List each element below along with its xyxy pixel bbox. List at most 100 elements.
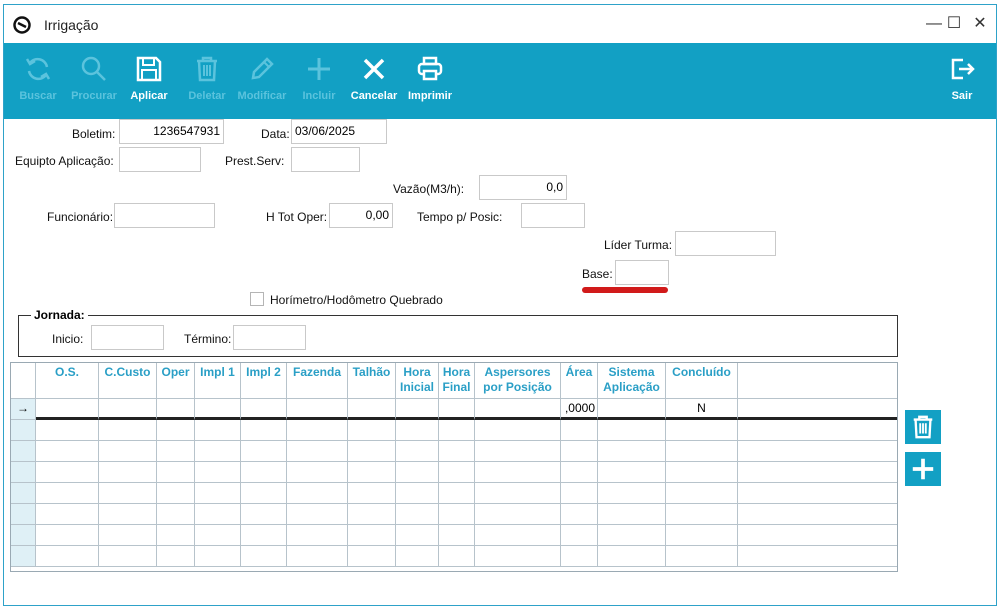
table-cell[interactable] bbox=[598, 399, 666, 420]
table-cell[interactable] bbox=[666, 420, 738, 441]
table-cell[interactable]: ,0000 bbox=[561, 399, 598, 420]
col-header-concluido[interactable]: Concluído bbox=[666, 363, 738, 399]
prest-serv-input[interactable] bbox=[291, 147, 360, 172]
table-cell[interactable] bbox=[287, 420, 348, 441]
aplicar-button[interactable]: Aplicar bbox=[124, 43, 174, 119]
table-cell[interactable] bbox=[561, 483, 598, 504]
table-cell[interactable] bbox=[36, 546, 99, 567]
row-indicator[interactable] bbox=[11, 420, 36, 441]
table-cell[interactable] bbox=[348, 462, 396, 483]
col-header-oper[interactable]: Oper bbox=[157, 363, 195, 399]
row-indicator[interactable] bbox=[11, 525, 36, 546]
table-cell[interactable] bbox=[561, 546, 598, 567]
deletar-button[interactable]: Deletar bbox=[182, 43, 232, 119]
table-cell[interactable] bbox=[666, 546, 738, 567]
delete-row-button[interactable] bbox=[905, 410, 941, 444]
table-cell[interactable] bbox=[348, 399, 396, 420]
table-cell[interactable] bbox=[99, 399, 157, 420]
table-cell[interactable] bbox=[36, 399, 99, 420]
table-cell[interactable] bbox=[439, 399, 475, 420]
table-cell[interactable] bbox=[598, 420, 666, 441]
table-cell[interactable] bbox=[396, 462, 439, 483]
table-cell[interactable] bbox=[195, 525, 241, 546]
table-cell[interactable] bbox=[439, 462, 475, 483]
table-cell[interactable] bbox=[561, 441, 598, 462]
table-cell[interactable] bbox=[241, 462, 287, 483]
data-input[interactable]: 03/06/2025 bbox=[291, 119, 387, 144]
table-cell[interactable] bbox=[598, 504, 666, 525]
table-cell[interactable] bbox=[475, 504, 561, 525]
vazao-input[interactable]: 0,0 bbox=[479, 175, 567, 200]
table-cell[interactable] bbox=[36, 420, 99, 441]
table-cell[interactable] bbox=[157, 504, 195, 525]
table-cell[interactable] bbox=[475, 546, 561, 567]
table-cell[interactable] bbox=[396, 441, 439, 462]
col-header-hora-inicial[interactable]: Hora Inicial bbox=[396, 363, 439, 399]
imprimir-button[interactable]: Imprimir bbox=[404, 43, 456, 119]
add-row-button[interactable] bbox=[905, 452, 941, 486]
col-header-impl1[interactable]: Impl 1 bbox=[195, 363, 241, 399]
close-button[interactable]: ✕ bbox=[966, 11, 994, 37]
modificar-button[interactable]: Modificar bbox=[234, 43, 290, 119]
table-cell[interactable] bbox=[598, 546, 666, 567]
table-cell[interactable] bbox=[99, 525, 157, 546]
table-cell[interactable] bbox=[439, 483, 475, 504]
table-cell[interactable] bbox=[99, 546, 157, 567]
horimetro-checkbox[interactable] bbox=[250, 292, 264, 306]
table-cell[interactable] bbox=[36, 525, 99, 546]
table-cell[interactable] bbox=[666, 525, 738, 546]
table-cell[interactable] bbox=[287, 546, 348, 567]
table-cell[interactable] bbox=[36, 504, 99, 525]
col-header-ccusto[interactable]: C.Custo bbox=[99, 363, 157, 399]
col-header-sistema[interactable]: Sistema Aplicação bbox=[598, 363, 666, 399]
table-cell[interactable] bbox=[475, 441, 561, 462]
table-cell[interactable] bbox=[598, 441, 666, 462]
table-cell[interactable] bbox=[396, 420, 439, 441]
table-cell[interactable] bbox=[157, 420, 195, 441]
table-cell[interactable] bbox=[287, 483, 348, 504]
inicio-input[interactable] bbox=[91, 325, 164, 350]
table-cell[interactable] bbox=[195, 441, 241, 462]
table-cell[interactable] bbox=[195, 399, 241, 420]
table-cell[interactable] bbox=[99, 420, 157, 441]
table-cell[interactable] bbox=[99, 462, 157, 483]
table-cell[interactable] bbox=[241, 420, 287, 441]
sair-button[interactable]: Sair bbox=[940, 43, 984, 119]
table-cell[interactable] bbox=[396, 483, 439, 504]
table-cell[interactable] bbox=[195, 546, 241, 567]
table-cell[interactable] bbox=[475, 525, 561, 546]
table-cell[interactable] bbox=[348, 420, 396, 441]
table-cell[interactable] bbox=[287, 504, 348, 525]
table-cell[interactable] bbox=[475, 483, 561, 504]
row-indicator[interactable] bbox=[11, 441, 36, 462]
table-cell[interactable] bbox=[396, 504, 439, 525]
table-cell[interactable] bbox=[348, 441, 396, 462]
table-cell[interactable] bbox=[666, 462, 738, 483]
base-input[interactable] bbox=[615, 260, 669, 285]
table-cell[interactable] bbox=[241, 483, 287, 504]
funcionario-input[interactable] bbox=[114, 203, 215, 228]
table-cell[interactable] bbox=[439, 525, 475, 546]
table-cell[interactable] bbox=[439, 504, 475, 525]
table-cell[interactable] bbox=[241, 399, 287, 420]
table-cell[interactable] bbox=[287, 462, 348, 483]
table-cell[interactable] bbox=[36, 441, 99, 462]
table-cell[interactable] bbox=[475, 462, 561, 483]
table-cell[interactable] bbox=[348, 525, 396, 546]
table-cell[interactable] bbox=[241, 546, 287, 567]
table-cell[interactable] bbox=[157, 525, 195, 546]
table-cell[interactable] bbox=[348, 546, 396, 567]
cancelar-button[interactable]: Cancelar bbox=[348, 43, 400, 119]
table-cell[interactable] bbox=[241, 525, 287, 546]
table-cell[interactable] bbox=[287, 441, 348, 462]
table-cell[interactable]: N bbox=[666, 399, 738, 420]
table-cell[interactable] bbox=[157, 399, 195, 420]
row-indicator[interactable]: → bbox=[11, 399, 36, 420]
table-cell[interactable] bbox=[396, 525, 439, 546]
table-cell[interactable] bbox=[439, 441, 475, 462]
boletim-input[interactable]: 1236547931 bbox=[119, 119, 224, 144]
table-cell[interactable] bbox=[439, 420, 475, 441]
table-cell[interactable] bbox=[439, 546, 475, 567]
table-cell[interactable] bbox=[195, 504, 241, 525]
table-cell[interactable] bbox=[598, 483, 666, 504]
